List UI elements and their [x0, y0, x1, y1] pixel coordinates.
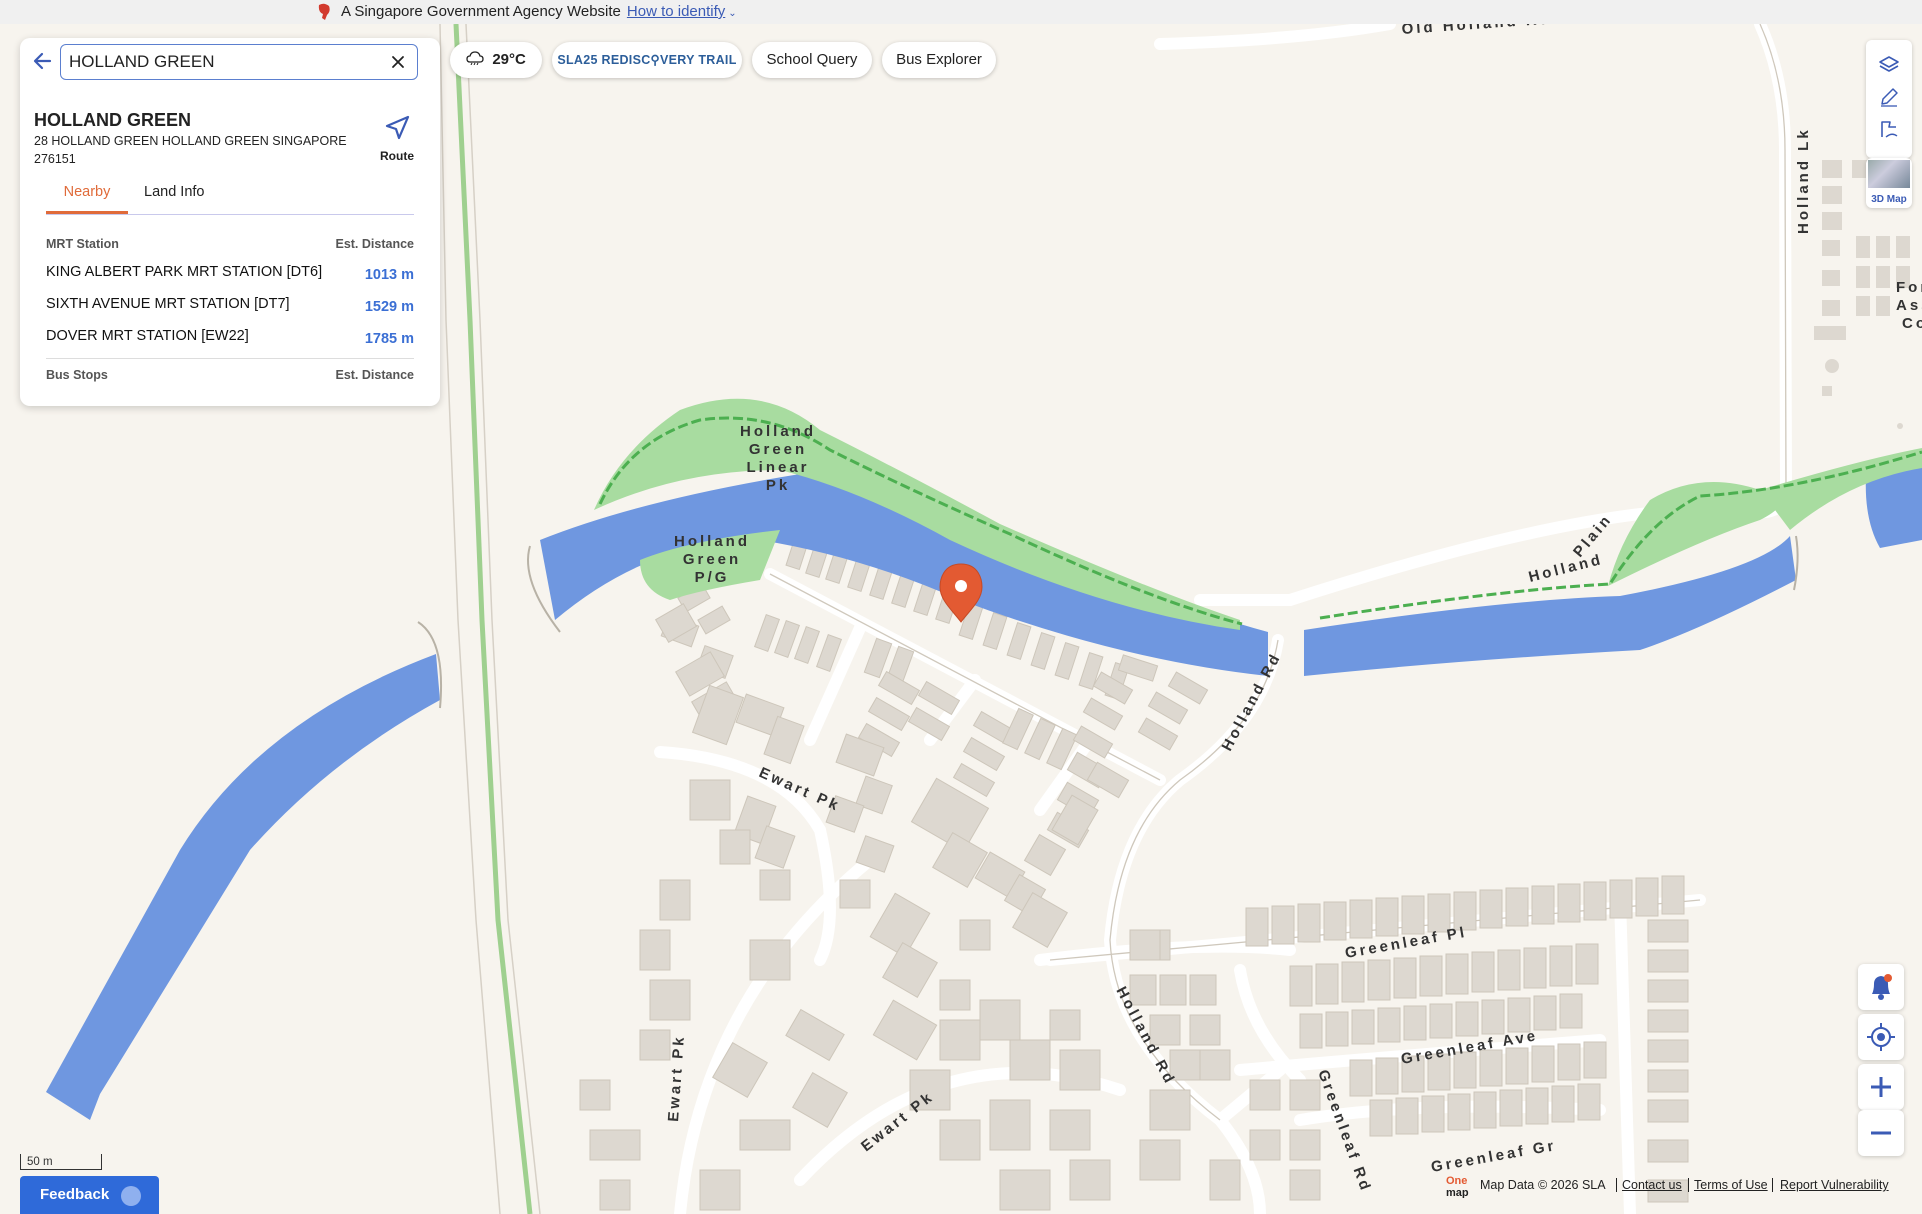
locate-me-button[interactable] [1858, 1014, 1904, 1060]
map-label-linear-pk-4: Pk [766, 477, 790, 494]
route-button[interactable]: Route [372, 114, 422, 163]
mrt-row-distance: 1529 m [364, 299, 414, 315]
map-label-edge-1: For [1896, 279, 1922, 296]
zoom-in-button[interactable] [1858, 1064, 1904, 1110]
bus-distance-header: Est. Distance [335, 368, 414, 382]
map-data-label: Map Data [1480, 1178, 1535, 1192]
chevron-down-icon[interactable]: ⌄ [728, 8, 736, 19]
zoom-in-icon [1871, 1077, 1891, 1097]
tab-nearby[interactable]: Nearby [46, 180, 128, 214]
clear-icon[interactable] [389, 53, 407, 71]
route-draw-icon[interactable] [1878, 118, 1900, 140]
route-arrow-icon [385, 115, 410, 140]
onemap-logo: One map [1446, 1175, 1469, 1198]
contact-us-link[interactable]: Contact us [1622, 1172, 1682, 1198]
feedback-button[interactable]: Feedback [20, 1176, 159, 1214]
map-scale: 50 m [20, 1154, 102, 1170]
place-address: 28 HOLLAND GREEN HOLLAND GREEN SINGAPORE… [34, 134, 347, 166]
search-box[interactable] [60, 44, 418, 80]
weather-temp: 29°C [492, 51, 526, 68]
bell-icon [1872, 974, 1892, 1000]
map-tools [1866, 40, 1912, 158]
rediscovery-trail-button[interactable]: SLA25 REDISC⚲VERY TRAIL [552, 42, 742, 78]
map-label-linear-pk-1: Holland [740, 423, 816, 440]
zoom-out-button[interactable] [1858, 1110, 1904, 1156]
map-label-linear-pk-3: Linear [746, 459, 809, 476]
map-label-playground-1: Holland [674, 533, 750, 550]
pencil-icon[interactable] [1878, 86, 1900, 108]
layers-icon[interactable] [1878, 54, 1900, 76]
tab-bar: Nearby Land Info [46, 180, 414, 215]
mrt-row-distance: 1785 m [364, 331, 414, 347]
mrt-row-name[interactable]: DOVER MRT STATION [EW22] [46, 328, 249, 344]
smile-icon [121, 1186, 141, 1206]
3d-map-thumbnail [1868, 160, 1910, 188]
tab-land-info[interactable]: Land Info [144, 180, 204, 214]
bus-explorer-button[interactable]: Bus Explorer [882, 42, 996, 78]
bus-section-header: Bus Stops [46, 368, 108, 382]
report-vulnerability-link[interactable]: Report Vulnerability [1780, 1172, 1889, 1198]
separator [1688, 1178, 1689, 1192]
back-arrow-icon[interactable] [30, 48, 56, 74]
feedback-label: Feedback [40, 1186, 110, 1203]
map-label-holland-lk: Holland Lk [1795, 127, 1812, 234]
search-input[interactable] [69, 51, 369, 73]
locate-icon [1867, 1023, 1895, 1051]
mrt-section-header: MRT Station [46, 237, 119, 251]
map-label-edge-2: Ass [1896, 297, 1922, 314]
map-label-edge-3: Co [1902, 315, 1922, 332]
separator [1772, 1178, 1773, 1192]
section-divider [46, 358, 414, 359]
weather-button[interactable]: 29°C [450, 42, 542, 78]
zoom-out-icon [1871, 1131, 1891, 1135]
gov-banner-text: A Singapore Government Agency Website How… [341, 3, 737, 20]
notifications-button[interactable] [1858, 964, 1904, 1010]
place-name: HOLLAND GREEN [34, 110, 191, 130]
mrt-row-name[interactable]: SIXTH AVENUE MRT STATION [DT7] [46, 296, 290, 312]
copyright-text: © 2026 SLA [1538, 1178, 1606, 1192]
cloud-icon [466, 51, 484, 66]
map-attribution: One map Map Data © 2026 SLA Contact us T… [1438, 1172, 1922, 1198]
map-label-playground-2: Green [683, 551, 741, 568]
school-query-button[interactable]: School Query [752, 42, 872, 78]
3d-map-label: 3D Map [1871, 194, 1907, 205]
route-label: Route [380, 149, 414, 163]
how-to-identify-link[interactable]: How to identify [627, 3, 725, 20]
mrt-row-name[interactable]: KING ALBERT PARK MRT STATION [DT6] [46, 264, 322, 280]
terms-of-use-link[interactable]: Terms of Use [1694, 1172, 1768, 1198]
lion-head-icon [318, 3, 330, 20]
mrt-distance-header: Est. Distance [335, 237, 414, 251]
svg-text:map: map [1446, 1187, 1469, 1198]
svg-text:One: One [1446, 1175, 1467, 1187]
mrt-row-distance: 1013 m [364, 267, 414, 283]
map-label-playground-3: P/G [695, 569, 730, 586]
gov-banner: A Singapore Government Agency Website How… [0, 0, 1922, 24]
3d-map-button[interactable]: 3D Map [1866, 158, 1912, 208]
search-row [20, 38, 440, 84]
separator [1616, 1178, 1617, 1192]
map-label-linear-pk-2: Green [749, 441, 807, 458]
place-info-panel: HOLLAND GREEN 28 HOLLAND GREEN HOLLAND G… [20, 38, 440, 406]
